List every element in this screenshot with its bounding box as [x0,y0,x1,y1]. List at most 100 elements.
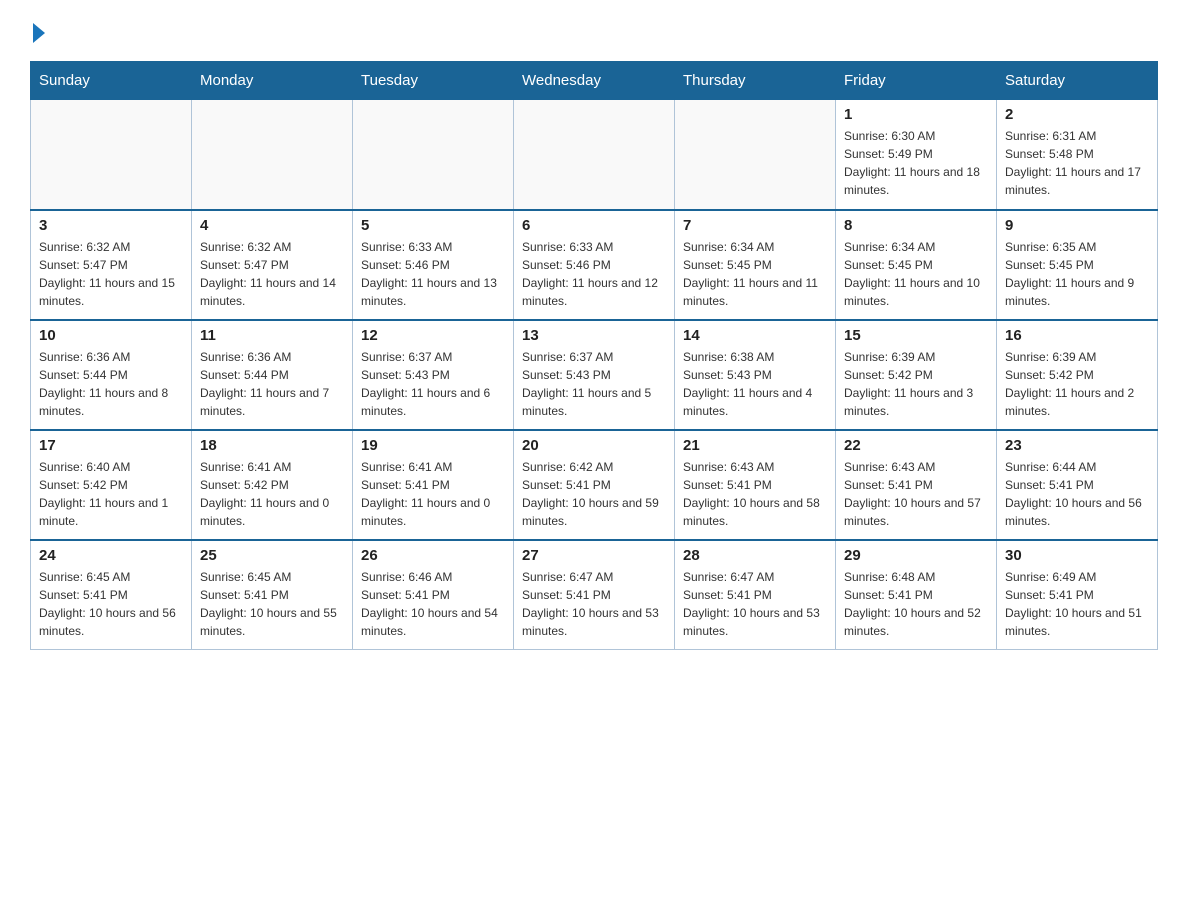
weekday-header-friday: Friday [836,62,997,100]
calendar-cell: 17 Sunrise: 6:40 AM Sunset: 5:42 PM Dayli… [31,430,192,540]
day-info: Sunrise: 6:42 AM Sunset: 5:41 PM Dayligh… [522,458,666,530]
day-number: 2 [1005,106,1149,123]
calendar-cell: 22 Sunrise: 6:43 AM Sunset: 5:41 PM Dayli… [836,430,997,540]
day-number: 18 [200,437,344,454]
day-info: Sunrise: 6:36 AM Sunset: 5:44 PM Dayligh… [200,348,344,420]
weekday-header-saturday: Saturday [997,62,1158,100]
day-number: 29 [844,547,988,564]
day-info: Sunrise: 6:31 AM Sunset: 5:48 PM Dayligh… [1005,127,1149,199]
calendar-week-row: 3Sunrise: 6:32 AM Sunset: 5:47 PM Daylig… [31,210,1158,320]
calendar-week-row: 10 Sunrise: 6:36 AM Sunset: 5:44 PM Dayli… [31,320,1158,430]
weekday-header-wednesday: Wednesday [514,62,675,100]
calendar-cell: 19Sunrise: 6:41 AM Sunset: 5:41 PM Dayli… [353,430,514,540]
day-info: Sunrise: 6:45 AM Sunset: 5:41 PM Dayligh… [39,568,183,640]
day-info: Sunrise: 6:44 AM Sunset: 5:41 PM Dayligh… [1005,458,1149,530]
day-number: 23 [1005,437,1149,454]
calendar-cell: 9Sunrise: 6:35 AM Sunset: 5:45 PM Daylig… [997,210,1158,320]
calendar-cell: 26Sunrise: 6:46 AM Sunset: 5:41 PM Dayli… [353,540,514,650]
calendar-cell: 8 Sunrise: 6:34 AM Sunset: 5:45 PM Daylig… [836,210,997,320]
day-info: Sunrise: 6:32 AM Sunset: 5:47 PM Dayligh… [200,238,344,310]
calendar-week-row: 1 Sunrise: 6:30 AM Sunset: 5:49 PM Daylig… [31,100,1158,210]
day-info: Sunrise: 6:30 AM Sunset: 5:49 PM Dayligh… [844,127,988,199]
calendar-cell: 6 Sunrise: 6:33 AM Sunset: 5:46 PM Daylig… [514,210,675,320]
day-number: 11 [200,327,344,344]
calendar-cell: 4 Sunrise: 6:32 AM Sunset: 5:47 PM Daylig… [192,210,353,320]
day-number: 16 [1005,327,1149,344]
day-number: 5 [361,217,505,234]
day-number: 19 [361,437,505,454]
day-number: 6 [522,217,666,234]
day-number: 25 [200,547,344,564]
calendar-cell: 7 Sunrise: 6:34 AM Sunset: 5:45 PM Daylig… [675,210,836,320]
day-info: Sunrise: 6:39 AM Sunset: 5:42 PM Dayligh… [1005,348,1149,420]
day-number: 17 [39,437,183,454]
calendar-cell: 24 Sunrise: 6:45 AM Sunset: 5:41 PM Dayli… [31,540,192,650]
logo-arrow-icon [33,23,45,43]
calendar-cell [31,100,192,210]
day-number: 21 [683,437,827,454]
day-info: Sunrise: 6:34 AM Sunset: 5:45 PM Dayligh… [844,238,988,310]
day-number: 30 [1005,547,1149,564]
calendar-cell: 14 Sunrise: 6:38 AM Sunset: 5:43 PM Dayli… [675,320,836,430]
day-info: Sunrise: 6:43 AM Sunset: 5:41 PM Dayligh… [844,458,988,530]
calendar-cell [192,100,353,210]
header [30,20,1158,43]
calendar-cell: 27Sunrise: 6:47 AM Sunset: 5:41 PM Dayli… [514,540,675,650]
day-number: 10 [39,327,183,344]
day-info: Sunrise: 6:46 AM Sunset: 5:41 PM Dayligh… [361,568,505,640]
calendar-cell: 18 Sunrise: 6:41 AM Sunset: 5:42 PM Dayli… [192,430,353,540]
calendar-cell: 1 Sunrise: 6:30 AM Sunset: 5:49 PM Daylig… [836,100,997,210]
calendar-cell: 15 Sunrise: 6:39 AM Sunset: 5:42 PM Dayli… [836,320,997,430]
calendar-cell [353,100,514,210]
day-number: 12 [361,327,505,344]
day-number: 4 [200,217,344,234]
day-info: Sunrise: 6:32 AM Sunset: 5:47 PM Dayligh… [39,238,183,310]
day-number: 7 [683,217,827,234]
day-info: Sunrise: 6:37 AM Sunset: 5:43 PM Dayligh… [522,348,666,420]
weekday-header-monday: Monday [192,62,353,100]
day-info: Sunrise: 6:38 AM Sunset: 5:43 PM Dayligh… [683,348,827,420]
weekday-header-thursday: Thursday [675,62,836,100]
calendar-cell: 2 Sunrise: 6:31 AM Sunset: 5:48 PM Daylig… [997,100,1158,210]
day-number: 15 [844,327,988,344]
day-number: 28 [683,547,827,564]
calendar-cell: 20 Sunrise: 6:42 AM Sunset: 5:41 PM Dayli… [514,430,675,540]
day-number: 13 [522,327,666,344]
day-info: Sunrise: 6:41 AM Sunset: 5:42 PM Dayligh… [200,458,344,530]
day-number: 9 [1005,217,1149,234]
day-info: Sunrise: 6:47 AM Sunset: 5:41 PM Dayligh… [522,568,666,640]
day-info: Sunrise: 6:37 AM Sunset: 5:43 PM Dayligh… [361,348,505,420]
calendar-cell [675,100,836,210]
calendar-week-row: 17 Sunrise: 6:40 AM Sunset: 5:42 PM Dayli… [31,430,1158,540]
day-number: 14 [683,327,827,344]
calendar-cell: 12 Sunrise: 6:37 AM Sunset: 5:43 PM Dayli… [353,320,514,430]
day-info: Sunrise: 6:33 AM Sunset: 5:46 PM Dayligh… [522,238,666,310]
day-info: Sunrise: 6:39 AM Sunset: 5:42 PM Dayligh… [844,348,988,420]
weekday-header-tuesday: Tuesday [353,62,514,100]
calendar-cell: 3Sunrise: 6:32 AM Sunset: 5:47 PM Daylig… [31,210,192,320]
calendar-cell: 13 Sunrise: 6:37 AM Sunset: 5:43 PM Dayli… [514,320,675,430]
day-info: Sunrise: 6:47 AM Sunset: 5:41 PM Dayligh… [683,568,827,640]
day-info: Sunrise: 6:43 AM Sunset: 5:41 PM Dayligh… [683,458,827,530]
logo-general [30,20,45,43]
day-info: Sunrise: 6:40 AM Sunset: 5:42 PM Dayligh… [39,458,183,530]
day-number: 8 [844,217,988,234]
day-number: 24 [39,547,183,564]
day-number: 1 [844,106,988,123]
day-info: Sunrise: 6:48 AM Sunset: 5:41 PM Dayligh… [844,568,988,640]
calendar-cell: 16 Sunrise: 6:39 AM Sunset: 5:42 PM Dayli… [997,320,1158,430]
day-info: Sunrise: 6:33 AM Sunset: 5:46 PM Dayligh… [361,238,505,310]
logo [30,20,45,43]
calendar-cell: 28 Sunrise: 6:47 AM Sunset: 5:41 PM Dayli… [675,540,836,650]
day-number: 22 [844,437,988,454]
day-info: Sunrise: 6:36 AM Sunset: 5:44 PM Dayligh… [39,348,183,420]
calendar-cell: 5 Sunrise: 6:33 AM Sunset: 5:46 PM Daylig… [353,210,514,320]
calendar-cell: 10 Sunrise: 6:36 AM Sunset: 5:44 PM Dayli… [31,320,192,430]
weekday-header-row: SundayMondayTuesdayWednesdayThursdayFrid… [31,62,1158,100]
calendar-cell [514,100,675,210]
calendar-week-row: 24 Sunrise: 6:45 AM Sunset: 5:41 PM Dayli… [31,540,1158,650]
day-number: 20 [522,437,666,454]
calendar-cell: 30Sunrise: 6:49 AM Sunset: 5:41 PM Dayli… [997,540,1158,650]
calendar-cell: 25Sunrise: 6:45 AM Sunset: 5:41 PM Dayli… [192,540,353,650]
day-info: Sunrise: 6:34 AM Sunset: 5:45 PM Dayligh… [683,238,827,310]
